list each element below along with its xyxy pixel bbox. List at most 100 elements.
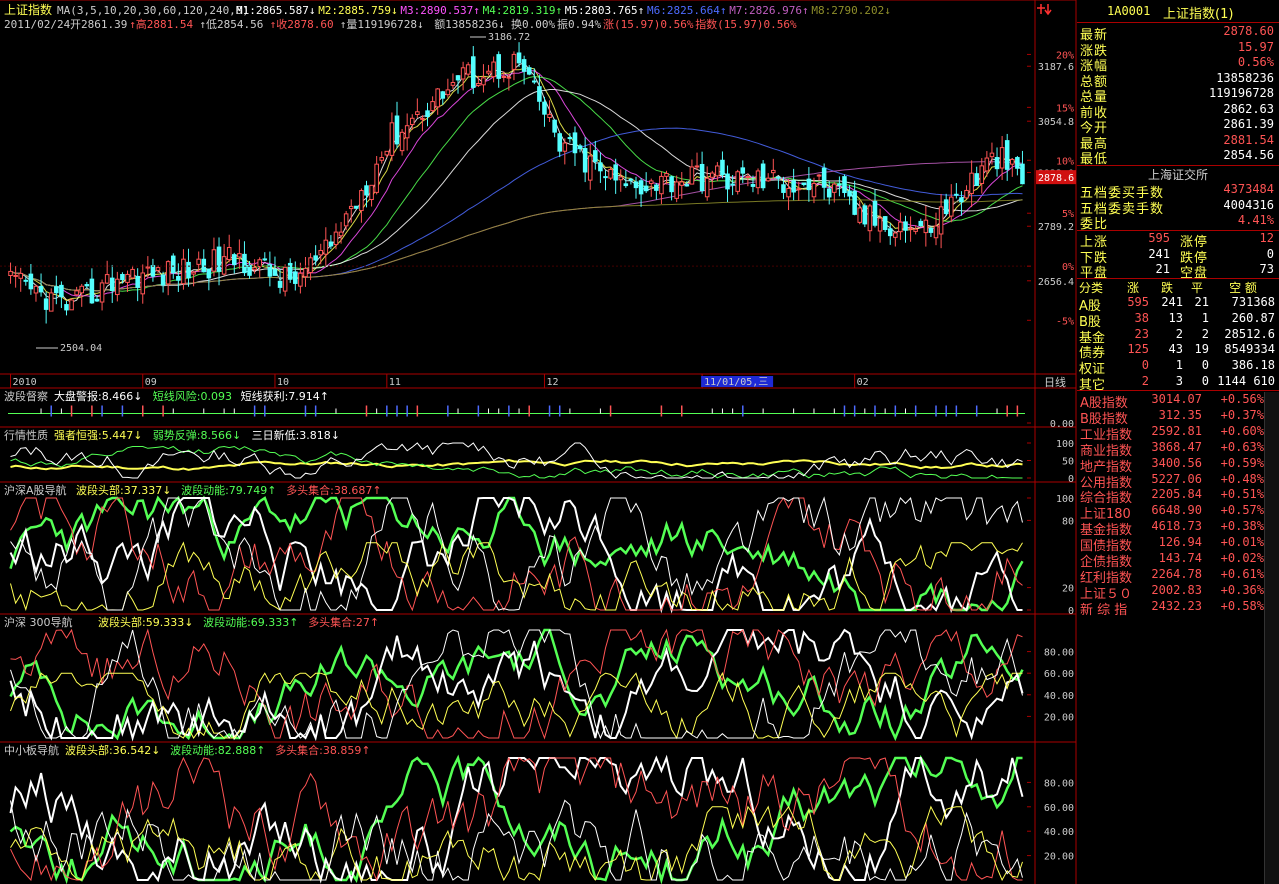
period-label: 日线 (1044, 375, 1066, 389)
indicator-axis-label: 80.00 (1044, 778, 1074, 789)
index-row[interactable]: 新 综 指 2432.23 +0.58% (1080, 599, 1264, 618)
candle-body (654, 184, 659, 191)
candle-body (384, 150, 390, 156)
candle-body (715, 165, 720, 177)
indicator-title: 波段督察 (4, 389, 48, 403)
index-row[interactable]: 公用指数 5227.06 +0.48% (1080, 472, 1264, 491)
candle-body (221, 256, 227, 275)
index-row[interactable]: 商业指数 3868.47 +0.63% (1080, 440, 1264, 459)
candle-body (348, 205, 354, 210)
order-row: 五档委卖手数 4004316 (1080, 198, 1276, 217)
candle-body (933, 225, 939, 239)
candle-body (247, 264, 252, 276)
candle-body (272, 268, 278, 276)
candle-body (877, 217, 883, 232)
indicator-value: 短线风险:0.093 (153, 389, 232, 403)
candle-body (964, 189, 969, 199)
candle-body (994, 157, 1000, 170)
price-axis-label: 2656.4 (1038, 277, 1074, 288)
date-axis-label: 09 (145, 377, 157, 388)
index-row[interactable]: A股指数 3014.07 +0.56% (1080, 392, 1264, 411)
candle-body (679, 181, 685, 186)
candle-body (532, 80, 537, 83)
candle-body (99, 282, 105, 303)
candle-body (176, 275, 181, 281)
panel-title-bar: 1A0001 上证指数(1) (1077, 0, 1279, 23)
candle-body (735, 171, 740, 192)
candle-body (94, 298, 100, 302)
index-row[interactable]: B股指数 312.35 +0.37% (1080, 408, 1264, 427)
indicator-value: 波段动能:69.333↑ (203, 615, 298, 629)
candle-body (23, 279, 29, 282)
indicator-axis-label: 40.00 (1044, 827, 1074, 838)
price-axis-label: 10% (1056, 156, 1074, 167)
quote-field-5: ↑量119196728↓ (340, 18, 424, 31)
candle-body (709, 172, 715, 178)
candle-body (277, 280, 283, 288)
chart-toolbar-icon[interactable] (1037, 3, 1061, 17)
index-row[interactable]: 企债指数 143.74 +0.02% (1080, 551, 1264, 570)
price-axis-label: 2789.2 (1038, 222, 1074, 233)
candle-body (69, 299, 74, 311)
candle-body (38, 285, 44, 293)
indicator-value: 多头集合:27↑ (308, 615, 379, 629)
index-row[interactable]: 国债指数 126.94 +0.01% (1080, 535, 1264, 554)
candle-body (394, 115, 400, 145)
candle-body (89, 278, 95, 304)
kline-chart[interactable]: 上证指数 MA(3,5,10,20,30,60,120,240,8) M1:28… (0, 0, 1077, 884)
candle-body (694, 165, 700, 168)
indicator-title: 沪深 300导航 (4, 615, 73, 629)
quote-value: 2881.54 (1223, 132, 1274, 147)
candle-body (364, 185, 369, 196)
quote-field-9: 涨(15.97)0.56% (603, 18, 694, 31)
candle-body (908, 227, 913, 230)
candle-body (832, 183, 837, 193)
candle-body (923, 219, 929, 234)
indicator-value: 波段头部:37.337↓ (76, 483, 171, 497)
indicator-axis-label: 0.00 (1050, 419, 1074, 430)
index-row[interactable]: 基金指数 4618.73 +0.38% (1080, 519, 1264, 538)
class-row: 权证 0 1 0 386.18 (1079, 358, 1275, 378)
index-row[interactable]: 地产指数 3400.56 +0.59% (1080, 456, 1264, 475)
index-row[interactable]: 上证５０ 2002.83 +0.36% (1080, 583, 1264, 602)
candle-body (760, 163, 766, 189)
candle-body (232, 254, 237, 266)
candle-body (216, 246, 222, 272)
candle-body (308, 257, 313, 273)
candle-body (547, 113, 552, 118)
candle-body (115, 278, 120, 296)
candle-body (730, 183, 735, 186)
index-row[interactable]: 红利指数 2264.78 +0.61% (1080, 567, 1264, 586)
indicator-axis-label: 100 (1056, 494, 1074, 505)
panel-scrollbar[interactable] (1264, 392, 1279, 884)
chart-title: 上证指数 (4, 2, 52, 17)
candle-body (537, 86, 542, 102)
candle-body (84, 284, 90, 287)
indicator-value: 大盘警报:8.466↓ (54, 389, 142, 403)
candle-body (796, 188, 801, 191)
candle-body (689, 166, 695, 185)
index-row[interactable]: 综合指数 2205.84 +0.51% (1080, 487, 1264, 506)
candle-body (130, 268, 135, 279)
candle-body (938, 206, 944, 235)
indicator-value: 波段动能:82.888↑ (170, 743, 265, 757)
index-row[interactable]: 上证180 6648.90 +0.57% (1080, 503, 1264, 522)
candle-body (974, 173, 979, 186)
candle-body (354, 205, 359, 209)
candle-body (633, 181, 639, 189)
candle-body (74, 290, 79, 296)
quote-field-10: 指数(15.97)0.56% (695, 17, 797, 31)
index-row[interactable]: 工业指数 2592.81 +0.60% (1080, 424, 1264, 443)
candle-body (318, 249, 324, 256)
candle-body (145, 266, 151, 269)
quote-row: 今开 2861.39 (1080, 117, 1276, 136)
candle-body (979, 165, 985, 184)
candle-body (28, 273, 34, 290)
candle-body (242, 253, 247, 274)
candle-body (18, 272, 23, 279)
candle-body (64, 304, 69, 311)
candle-body (847, 190, 852, 197)
candle-body (771, 169, 776, 174)
candle-body (379, 157, 385, 161)
candle-body (125, 273, 130, 283)
